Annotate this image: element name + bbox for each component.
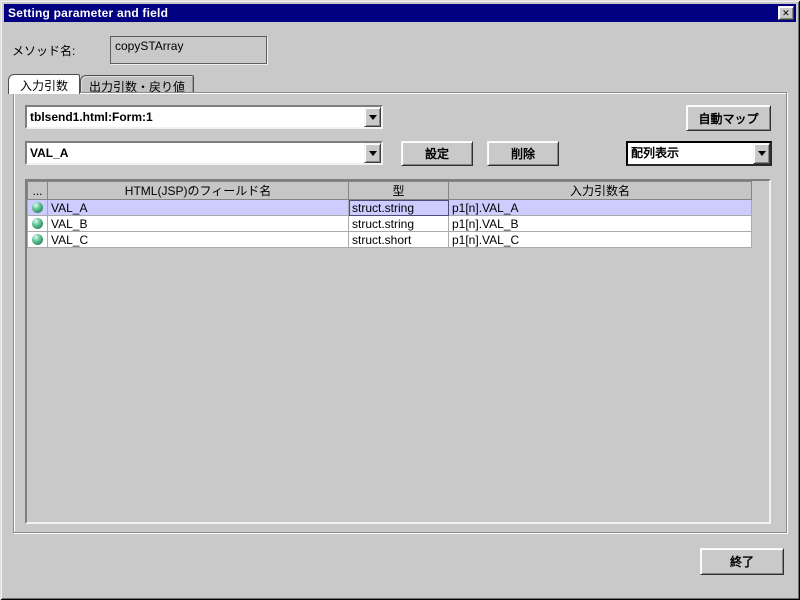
tab-input-arguments-label: 入力引数 bbox=[20, 79, 68, 93]
exit-button-label: 終了 bbox=[730, 553, 754, 570]
table-row[interactable]: VAL_A struct.string p1[n].VAL_A bbox=[28, 200, 752, 216]
form-select-arrow-button[interactable] bbox=[364, 107, 381, 127]
field-select[interactable]: VAL_A bbox=[25, 141, 383, 165]
auto-map-button-label: 自動マップ bbox=[698, 110, 758, 127]
mapping-table-scrollpane[interactable]: ... HTML(JSP)のフィールド名 型 入力引数名 VAL_A struc… bbox=[25, 179, 771, 524]
type-cell[interactable]: struct.string bbox=[349, 216, 449, 232]
chevron-down-icon bbox=[758, 151, 766, 156]
close-button[interactable]: ✕ bbox=[778, 6, 794, 20]
set-button-label: 設定 bbox=[425, 145, 449, 162]
exit-button[interactable]: 終了 bbox=[700, 548, 784, 575]
method-name-field[interactable]: copySTArray bbox=[110, 36, 267, 64]
mapping-table: ... HTML(JSP)のフィールド名 型 入力引数名 VAL_A struc… bbox=[27, 181, 752, 248]
table-row[interactable]: VAL_C struct.short p1[n].VAL_C bbox=[28, 232, 752, 248]
status-ball-icon bbox=[32, 202, 43, 213]
type-cell[interactable]: struct.string bbox=[349, 200, 449, 216]
form-select-value: tblsend1.html:Form:1 bbox=[30, 107, 361, 127]
chevron-down-icon bbox=[369, 115, 377, 120]
set-button[interactable]: 設定 bbox=[401, 141, 473, 166]
table-header-row: ... HTML(JSP)のフィールド名 型 入力引数名 bbox=[28, 182, 752, 200]
column-header-argument[interactable]: 入力引数名 bbox=[449, 182, 752, 200]
field-select-arrow-button[interactable] bbox=[364, 143, 381, 163]
tab-output-arguments[interactable]: 出力引数・戻り値 bbox=[80, 75, 194, 92]
dialog-window: Setting parameter and field ✕ メソッド名: cop… bbox=[0, 0, 800, 600]
column-header-field[interactable]: HTML(JSP)のフィールド名 bbox=[48, 182, 349, 200]
auto-map-button[interactable]: 自動マップ bbox=[686, 105, 771, 131]
title-bar[interactable]: Setting parameter and field ✕ bbox=[4, 4, 796, 22]
status-ball-icon bbox=[32, 234, 43, 245]
input-arguments-panel: tblsend1.html:Form:1 自動マップ VAL_A 設定 削除 配… bbox=[13, 92, 787, 533]
column-header-status[interactable]: ... bbox=[28, 182, 48, 200]
status-ball-icon bbox=[32, 218, 43, 229]
field-cell[interactable]: VAL_C bbox=[48, 232, 349, 248]
window-title: Setting parameter and field bbox=[8, 6, 168, 20]
array-view-select-value: 配列表示 bbox=[631, 143, 750, 164]
status-cell[interactable] bbox=[28, 216, 48, 232]
field-cell[interactable]: VAL_B bbox=[48, 216, 349, 232]
column-header-type[interactable]: 型 bbox=[349, 182, 449, 200]
close-icon: ✕ bbox=[782, 8, 790, 19]
field-cell[interactable]: VAL_A bbox=[48, 200, 349, 216]
table-row[interactable]: VAL_B struct.string p1[n].VAL_B bbox=[28, 216, 752, 232]
field-select-value: VAL_A bbox=[30, 143, 361, 163]
method-name-label: メソッド名: bbox=[12, 42, 75, 59]
status-cell[interactable] bbox=[28, 232, 48, 248]
array-view-select-arrow-button[interactable] bbox=[753, 143, 770, 164]
type-cell[interactable]: struct.short bbox=[349, 232, 449, 248]
argument-cell[interactable]: p1[n].VAL_C bbox=[449, 232, 752, 248]
form-select[interactable]: tblsend1.html:Form:1 bbox=[25, 105, 383, 129]
chevron-down-icon bbox=[369, 151, 377, 156]
tab-input-arguments[interactable]: 入力引数 bbox=[8, 74, 80, 94]
delete-button[interactable]: 削除 bbox=[487, 141, 559, 166]
array-view-select[interactable]: 配列表示 bbox=[626, 141, 772, 166]
status-cell[interactable] bbox=[28, 200, 48, 216]
argument-cell[interactable]: p1[n].VAL_B bbox=[449, 216, 752, 232]
argument-cell[interactable]: p1[n].VAL_A bbox=[449, 200, 752, 216]
delete-button-label: 削除 bbox=[511, 145, 535, 162]
